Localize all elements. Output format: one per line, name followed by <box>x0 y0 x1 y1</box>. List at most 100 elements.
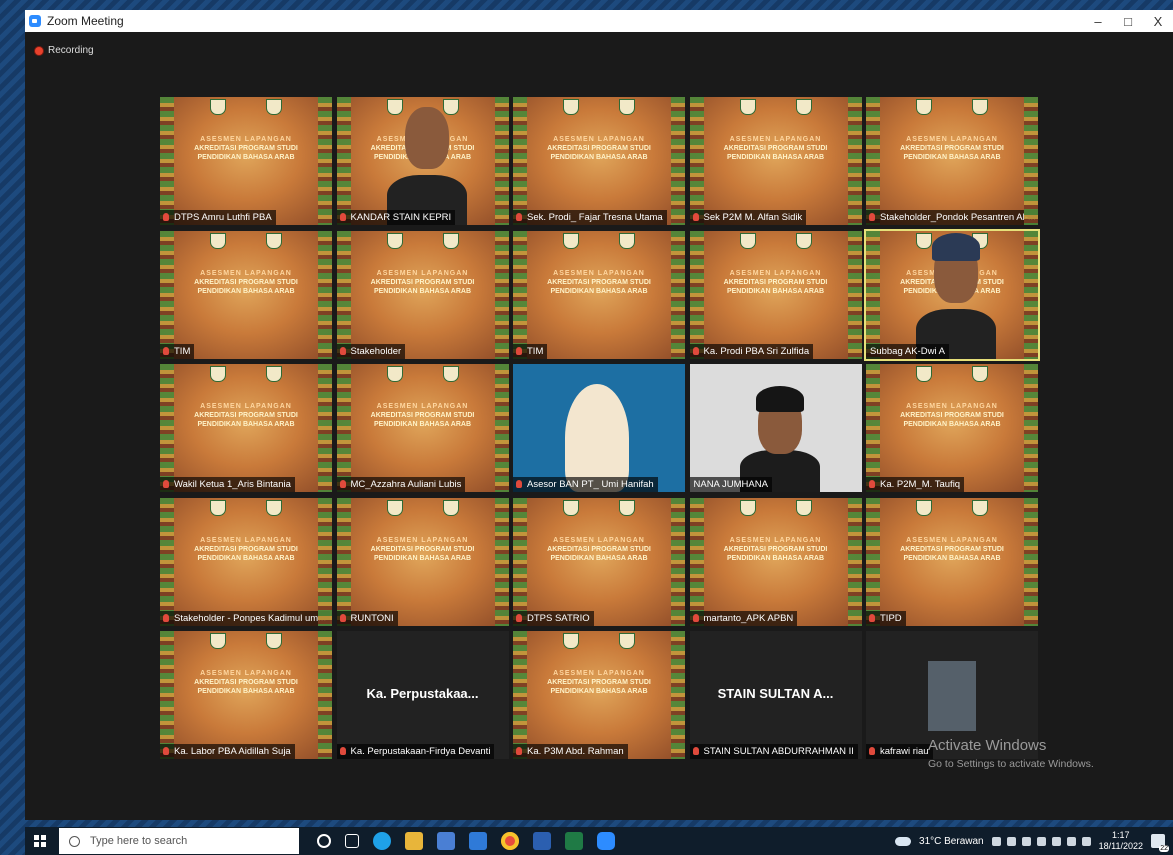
slide-line: AKREDITASI PROGRAM STUDI <box>900 412 1004 419</box>
slide-line: ASESMEN LAPANGAN <box>729 136 822 143</box>
participant-tile[interactable]: ASESMEN LAPANGANAKREDITASI PROGRAM STUDI… <box>866 497 1038 626</box>
participant-name-label: KANDAR STAIN KEPRI <box>336 210 456 225</box>
participant-tile[interactable]: ASESMEN LAPANGANAKREDITASI PROGRAM STUDI… <box>160 497 332 626</box>
muted-mic-icon <box>869 213 875 221</box>
network-icon[interactable] <box>1021 836 1031 846</box>
slide-line: PENDIDIKAN BAHASA ARAB <box>550 154 648 161</box>
file-explorer-icon[interactable] <box>405 832 423 850</box>
participant-tile[interactable]: ASESMEN LAPANGANAKREDITASI PROGRAM STUDI… <box>336 97 509 225</box>
chrome-icon[interactable] <box>501 832 519 850</box>
mail-icon[interactable] <box>469 832 487 850</box>
participant-tile[interactable]: NANA JUMHANA <box>689 364 862 492</box>
institution-logo-icon <box>972 499 988 516</box>
institution-logo-icon <box>619 232 635 249</box>
slide-line: AKREDITASI PROGRAM STUDI <box>547 145 651 152</box>
participant-name-label: Ka. Labor PBA Aidillah Suja <box>160 744 295 759</box>
volume-icon[interactable] <box>1081 836 1091 846</box>
battery-icon[interactable] <box>1036 836 1046 846</box>
participant-tile[interactable]: ASESMEN LAPANGANAKREDITASI PROGRAM STUDI… <box>160 631 332 759</box>
participant-tile[interactable]: ASESMEN LAPANGANAKREDITASI PROGRAM STUDI… <box>336 230 509 359</box>
edge-icon[interactable] <box>373 832 391 850</box>
slide-text: ASESMEN LAPANGANAKREDITASI PROGRAM STUDI… <box>178 402 314 429</box>
participant-name: TIM <box>174 345 191 357</box>
participant-name: Ka. Prodi PBA Sri Zulfida <box>703 345 810 357</box>
slide-logos <box>866 99 1038 115</box>
institution-logo-icon <box>739 99 756 115</box>
participant-video <box>565 384 629 492</box>
participant-tile[interactable]: ASESMEN LAPANGANAKREDITASI PROGRAM STUDI… <box>689 97 862 225</box>
participant-tile[interactable]: ASESMEN LAPANGANAKREDITASI PROGRAM STUDI… <box>864 228 1040 361</box>
slide-line: PENDIDIKAN BAHASA ARAB <box>373 554 472 562</box>
participant-tile[interactable]: ASESMEN LAPANGANAKREDITASI PROGRAM STUDI… <box>160 97 332 225</box>
notification-count: 22 <box>1159 845 1169 852</box>
participant-name-label: Ka. P3M Abd. Rahman <box>513 744 628 759</box>
participant-tile[interactable]: ASESMEN LAPANGANAKREDITASI PROGRAM STUDI… <box>160 230 332 359</box>
maximize-button[interactable]: □ <box>1113 14 1143 29</box>
participant-name: TIM <box>527 345 544 357</box>
muted-mic-icon <box>516 613 522 622</box>
minimize-button[interactable]: – <box>1083 14 1113 29</box>
slide-logos <box>690 99 862 115</box>
participant-tile[interactable]: STAIN SULTAN A... STAIN SULTAN ABDURRAHMA… <box>689 631 862 759</box>
institution-logo-icon <box>210 633 226 649</box>
institution-logo-icon <box>619 633 635 649</box>
slide-logos <box>337 366 509 382</box>
slide-line: ASESMEN LAPANGAN <box>200 269 292 277</box>
tray-icons <box>991 836 1091 846</box>
wifi-icon[interactable] <box>1066 836 1076 846</box>
taskbar-search[interactable]: Type here to search <box>59 828 299 854</box>
drive-icon[interactable] <box>1051 836 1061 846</box>
store-icon[interactable] <box>437 832 455 850</box>
participant-tile[interactable]: ASESMEN LAPANGANAKREDITASI PROGRAM STUDI… <box>513 230 685 359</box>
clock[interactable]: 1:17 18/11/2022 <box>1099 830 1143 852</box>
slide-line: AKREDITASI PROGRAM STUDI <box>547 278 651 286</box>
notification-icon[interactable]: 22 <box>1151 834 1169 852</box>
taskbar-apps <box>317 832 615 850</box>
participant-name-label: TIPD <box>866 610 906 626</box>
participant-tile[interactable]: ASESMEN LAPANGANAKREDITASI PROGRAM STUDI… <box>866 97 1038 225</box>
institution-logo-icon <box>266 499 282 516</box>
task-view-icon[interactable] <box>345 834 359 848</box>
muted-mic-icon <box>339 346 346 355</box>
weather-text[interactable]: 31°C Berawan <box>919 836 984 847</box>
participant-tile[interactable]: ASESMEN LAPANGANAKREDITASI PROGRAM STUDI… <box>513 631 685 759</box>
participant-tile[interactable]: ASESMEN LAPANGANAKREDITASI PROGRAM STUDI… <box>336 364 509 492</box>
recording-indicator[interactable]: Recording <box>35 45 94 56</box>
institution-logo-icon <box>739 499 756 516</box>
institution-logo-icon <box>210 366 226 382</box>
participant-name-label: Ka. P2M_M. Taufiq <box>866 477 965 492</box>
participant-tile[interactable]: ASESMEN LAPANGANAKREDITASI PROGRAM STUDI… <box>336 497 509 626</box>
participant-tile[interactable]: ASESMEN LAPANGANAKREDITASI PROGRAM STUDI… <box>513 497 685 626</box>
slide-line: ASESMEN LAPANGAN <box>553 670 645 677</box>
slide-line: PENDIDIKAN BAHASA ARAB <box>550 287 648 295</box>
participant-tile[interactable]: ASESMEN LAPANGANAKREDITASI PROGRAM STUDI… <box>689 230 862 359</box>
participant-name-label: DTPS Amru Luthfi PBA <box>160 210 276 225</box>
participant-name: Ka. Labor PBA Aidillah Suja <box>174 746 291 757</box>
slide-text: ASESMEN LAPANGANAKREDITASI PROGRAM STUDI… <box>708 135 844 162</box>
start-button[interactable] <box>25 835 55 847</box>
usb-icon[interactable] <box>1006 836 1016 846</box>
participant-tile[interactable]: Asesor BAN PT_ Umi Hanifah <box>513 364 685 492</box>
participant-tile[interactable]: Ka. Perpustakaa... Ka. Perpustakaan-Firdy… <box>336 631 509 759</box>
participant-tile[interactable]: ASESMEN LAPANGANAKREDITASI PROGRAM STUDI… <box>866 364 1038 492</box>
zoom-icon[interactable] <box>597 832 615 850</box>
chevron-up-icon[interactable] <box>991 836 1001 846</box>
slide-logos <box>866 499 1038 516</box>
participant-tile[interactable]: ASESMEN LAPANGANAKREDITASI PROGRAM STUDI… <box>689 497 862 626</box>
word-icon[interactable] <box>533 832 551 850</box>
participant-tile[interactable]: ASESMEN LAPANGANAKREDITASI PROGRAM STUDI… <box>513 97 685 225</box>
participant-tile[interactable]: ASESMEN LAPANGANAKREDITASI PROGRAM STUDI… <box>160 364 332 492</box>
slide-text: ASESMEN LAPANGANAKREDITASI PROGRAM STUDI… <box>178 269 314 296</box>
muted-mic-icon <box>339 213 346 221</box>
muted-mic-icon <box>516 346 522 355</box>
close-button[interactable]: X <box>1143 14 1173 29</box>
participant-name-label: RUNTONI <box>336 610 398 626</box>
excel-icon[interactable] <box>565 832 583 850</box>
participant-name-label: Wakil Ketua 1_Aris Bintania <box>160 477 295 492</box>
participant-name: NANA JUMHANA <box>693 479 768 490</box>
watermark-title: Activate Windows <box>928 737 1047 754</box>
slide-logos <box>513 499 685 516</box>
cortana-icon[interactable] <box>317 834 331 848</box>
participant-display-name: STAIN SULTAN A... <box>717 686 834 701</box>
slide-line: ASESMEN LAPANGAN <box>906 536 998 544</box>
